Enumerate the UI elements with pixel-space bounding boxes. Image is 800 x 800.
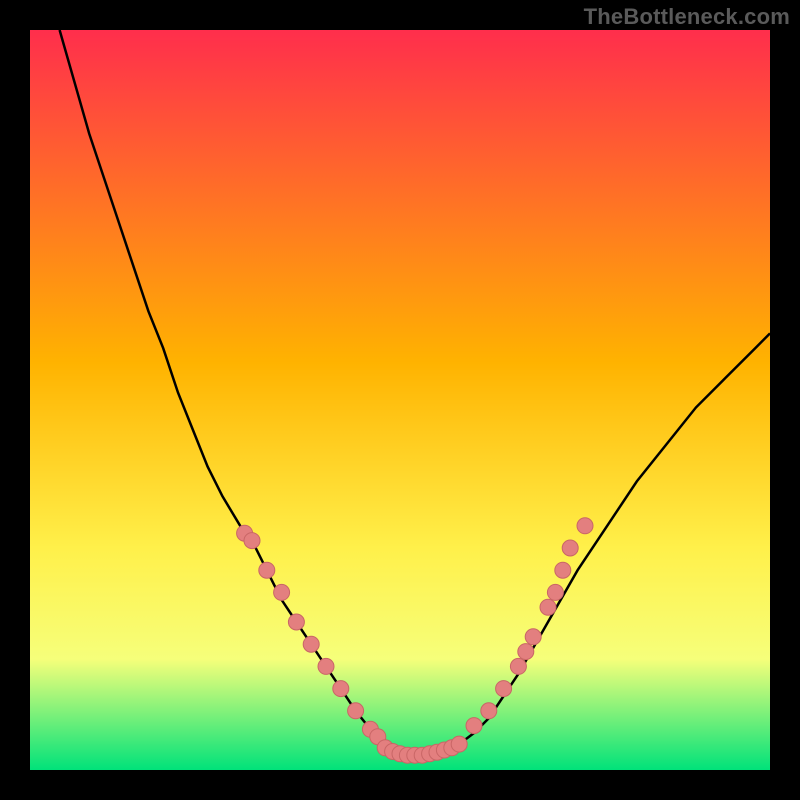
- data-dot: [562, 540, 578, 556]
- data-dot: [518, 644, 534, 660]
- data-dot: [318, 658, 334, 674]
- data-dot: [451, 736, 467, 752]
- watermark-text: TheBottleneck.com: [584, 4, 790, 30]
- data-dot: [525, 629, 541, 645]
- data-dot: [547, 584, 563, 600]
- data-dot: [348, 703, 364, 719]
- data-dot: [274, 584, 290, 600]
- data-dot: [259, 562, 275, 578]
- data-dot: [577, 518, 593, 534]
- plot-area: [30, 30, 770, 770]
- data-dot: [481, 703, 497, 719]
- gradient-background: [30, 30, 770, 770]
- data-dot: [288, 614, 304, 630]
- data-dot: [244, 533, 260, 549]
- bottleneck-chart: [30, 30, 770, 770]
- data-dot: [540, 599, 556, 615]
- data-dot: [496, 681, 512, 697]
- data-dot: [303, 636, 319, 652]
- data-dot: [466, 718, 482, 734]
- data-dot: [333, 681, 349, 697]
- data-dot: [555, 562, 571, 578]
- data-dot: [510, 658, 526, 674]
- chart-container: TheBottleneck.com: [0, 0, 800, 800]
